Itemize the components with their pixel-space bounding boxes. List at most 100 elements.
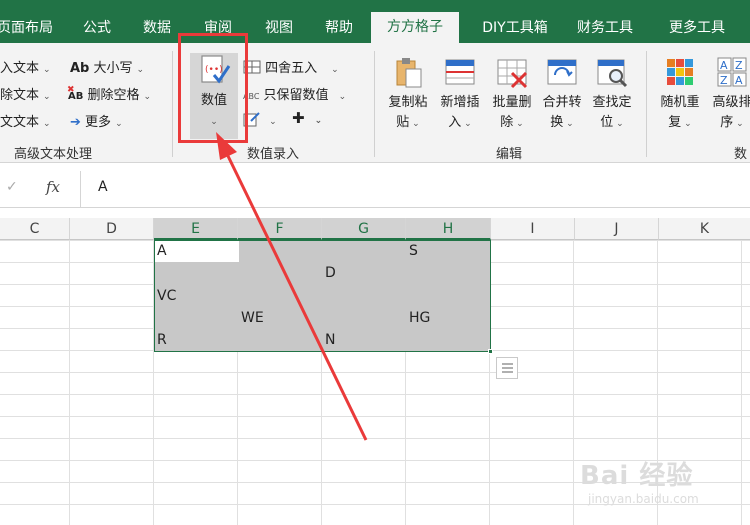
case-icon: Ab: [70, 61, 90, 76]
cell-e1[interactable]: A: [157, 243, 167, 259]
insert-rows-icon: [445, 59, 475, 85]
chevron-down-icon: ⌄: [513, 119, 524, 129]
random-repeat-button[interactable]: 随机重 复 ⌄: [656, 55, 704, 134]
find-locate-button[interactable]: 查找定 位 ⌄: [588, 55, 636, 134]
chevron-down-icon: ⌄: [733, 119, 744, 129]
clipboard-icon: [396, 58, 422, 88]
ribbon-panel: 入文本 ⌄ 除文本 ⌄ 文文本 ⌄ Ab 大小写 ⌄ ✖ AB 删除空格 ⌄ ➔ 更多 ⌄ 高…: [0, 43, 750, 163]
advanced-sort-label: 高级排: [712, 95, 750, 110]
batch-delete-label-2: 除: [500, 115, 514, 130]
svg-text:Z: Z: [720, 74, 728, 87]
cell-e3[interactable]: VC: [157, 288, 176, 304]
column-header-k[interactable]: K: [659, 218, 750, 240]
remove-space-button[interactable]: ✖ AB 删除空格 ⌄: [67, 84, 151, 103]
insert-function-button[interactable]: fx: [46, 178, 60, 196]
find-icon: [597, 59, 628, 88]
cell-g5[interactable]: N: [325, 332, 335, 348]
group-label-data: 数: [734, 147, 748, 162]
column-header-i[interactable]: I: [491, 218, 575, 240]
tab-formulas[interactable]: 公式: [72, 13, 122, 43]
chevron-down-icon: ⌄: [331, 65, 339, 75]
group-divider: [172, 51, 173, 157]
remove-space-label: 删除空格: [87, 88, 140, 103]
tab-view[interactable]: 视图: [254, 13, 304, 43]
cell-h1[interactable]: S: [409, 243, 418, 259]
extract-text-label: 文文本: [0, 115, 40, 130]
keep-value-button[interactable]: ABC 只保留数值 ⌄: [243, 84, 346, 103]
cell-g2[interactable]: D: [325, 265, 336, 281]
copy-paste-button[interactable]: 复制粘 贴 ⌄: [384, 55, 432, 134]
batch-delete-button[interactable]: 批量删 除 ⌄: [488, 55, 536, 134]
delete-text-button[interactable]: 除文本 ⌄: [0, 84, 51, 103]
arrow-right-icon: ➔: [70, 115, 81, 130]
tab-more-tools[interactable]: 更多工具: [652, 13, 742, 43]
fill-handle[interactable]: [488, 349, 493, 354]
tab-help[interactable]: 帮助: [314, 13, 364, 43]
cell-h4[interactable]: HG: [409, 310, 430, 326]
enter-icon[interactable]: ✓: [6, 179, 18, 195]
copy-paste-label: 复制粘: [388, 95, 428, 110]
advanced-sort-label-2: 序: [720, 115, 734, 130]
column-header-e[interactable]: E: [154, 218, 238, 240]
find-locate-label: 查找定: [592, 95, 632, 110]
chevron-down-icon: ⌄: [314, 116, 323, 126]
chevron-down-icon: ⌄: [43, 119, 51, 129]
group-divider: [374, 51, 375, 157]
remove-space-icon: ✖ AB: [67, 85, 84, 102]
batch-delete-label: 批量删: [492, 95, 532, 110]
insert-label: 新增插: [440, 95, 480, 110]
copy-paste-label-2: 贴: [396, 115, 410, 130]
tab-diy-toolbox[interactable]: DIY工具箱: [468, 13, 562, 43]
insert-label-2: 入: [448, 115, 462, 130]
round-button[interactable]: 四舍五入 ⌄: [243, 57, 339, 76]
insert-text-button[interactable]: 入文本 ⌄: [0, 57, 51, 76]
edit-formula-button[interactable]: ⌄: [243, 111, 277, 128]
cell-e5[interactable]: R: [157, 332, 167, 348]
more-button[interactable]: ➔ 更多 ⌄: [70, 111, 123, 130]
formula-input[interactable]: A: [98, 179, 108, 195]
formula-bar: ✓ fx A: [0, 171, 750, 208]
chevron-down-icon: ⌄: [613, 119, 624, 129]
tab-fangfanggezi[interactable]: 方方格子: [371, 12, 459, 43]
merge-convert-label-2: 换: [550, 115, 564, 130]
column-header-c[interactable]: C: [0, 218, 70, 240]
group-label-text-processing: 高级文本处理: [14, 147, 93, 162]
column-header-f[interactable]: F: [238, 218, 322, 240]
ribbon-tab-bar: 页面布局 公式 数据 审阅 视图 帮助 方方格子 DIY工具箱 财务工具 更多工…: [0, 0, 750, 43]
tab-data[interactable]: 数据: [132, 13, 182, 43]
plus-icon: ✚: [292, 109, 305, 127]
random-icon: [667, 59, 693, 85]
chevron-down-icon: ⌄: [269, 117, 277, 127]
cell-f4[interactable]: WE: [241, 310, 264, 326]
add-button[interactable]: ✚ ⌄: [292, 109, 322, 127]
extract-text-button[interactable]: 文文本 ⌄: [0, 111, 51, 130]
random-repeat-label: 随机重: [660, 95, 700, 110]
group-label-edit: 编辑: [496, 147, 523, 162]
column-header-h[interactable]: H: [406, 218, 491, 240]
keep-value-label: 只保留数值: [263, 88, 329, 103]
active-cell[interactable]: [155, 241, 239, 262]
quick-analysis-line: [502, 363, 513, 365]
chevron-down-icon: ⌄: [338, 92, 347, 102]
watermark-logo: Bai 经验: [580, 461, 694, 491]
highlight-box: [178, 33, 248, 143]
delete-grid-icon: [497, 59, 528, 89]
column-header-j[interactable]: J: [575, 218, 659, 240]
quick-analysis-line: [502, 367, 513, 369]
column-header-d[interactable]: D: [70, 218, 154, 240]
merge-convert-button[interactable]: 合并转 换 ⌄: [538, 55, 586, 134]
chevron-down-icon: ⌄: [115, 119, 123, 129]
svg-text:Z: Z: [735, 59, 743, 72]
advanced-sort-button[interactable]: A Z Z A 高级排 序 ⌄: [708, 55, 750, 134]
quick-analysis-button[interactable]: [496, 357, 518, 379]
chevron-down-icon: ⌄: [43, 65, 51, 75]
tab-page-layout[interactable]: 页面布局: [0, 13, 56, 43]
case-label: 大小写: [93, 61, 133, 76]
random-repeat-label-2: 复: [668, 115, 682, 130]
column-header-g[interactable]: G: [322, 218, 406, 240]
case-button[interactable]: Ab 大小写 ⌄: [70, 57, 144, 76]
svg-text:A: A: [720, 59, 728, 72]
insert-button[interactable]: 新增插 入 ⌄: [436, 55, 484, 134]
formula-divider: [80, 171, 81, 208]
tab-finance-tools[interactable]: 财务工具: [568, 13, 642, 43]
